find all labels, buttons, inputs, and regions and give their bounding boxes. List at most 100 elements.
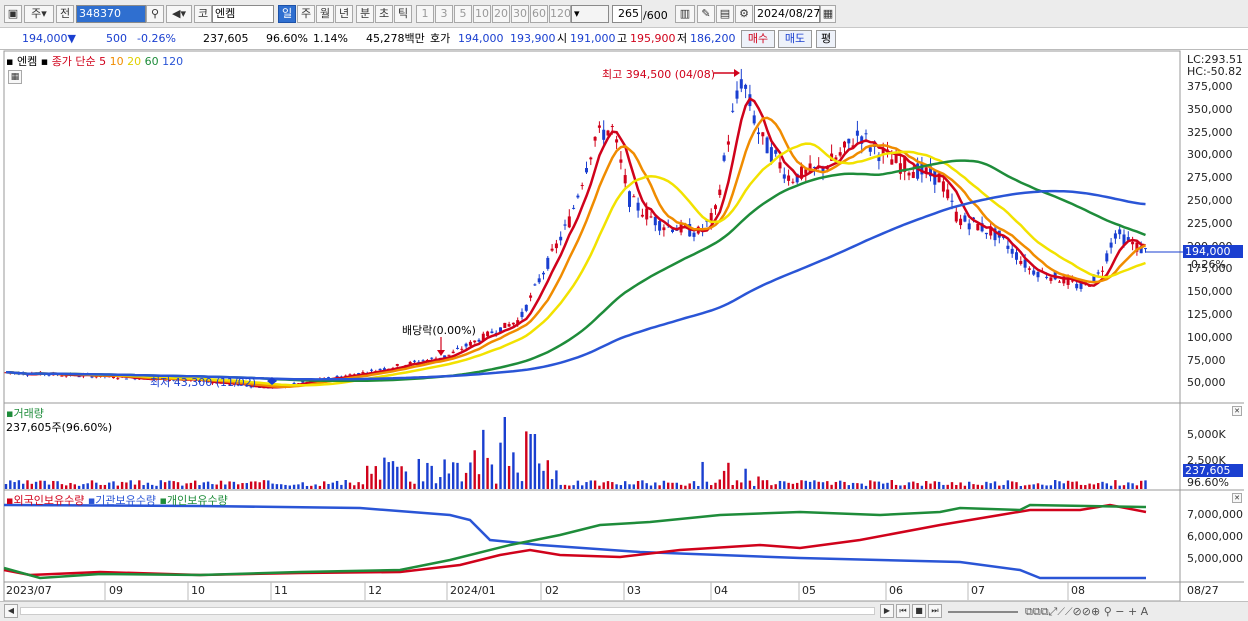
candle-body xyxy=(576,195,580,198)
volume-bar xyxy=(778,480,782,489)
scrollbar-track[interactable] xyxy=(20,607,875,615)
volume-bar xyxy=(796,482,799,489)
volume-bar xyxy=(834,481,838,489)
volume-bar xyxy=(237,484,240,489)
volume-bar xyxy=(701,461,704,489)
volume-bar xyxy=(426,462,429,489)
candle-body xyxy=(722,155,726,161)
candle-body xyxy=(615,139,619,143)
hold-tick-2: 6,000,000 xyxy=(1187,530,1243,543)
volume-bar xyxy=(830,484,833,489)
stock-chart[interactable] xyxy=(0,0,1248,621)
candle-body xyxy=(451,351,455,354)
zoom-slider[interactable] xyxy=(948,611,1018,613)
holding-lines xyxy=(3,503,1147,580)
volume-bar xyxy=(955,484,958,489)
x-label-4: 12 xyxy=(368,584,382,597)
scroll-right-icon[interactable]: ▶ xyxy=(880,604,894,618)
volume-bar xyxy=(589,480,592,489)
stop-icon[interactable]: ■ xyxy=(912,604,926,618)
volume-bar xyxy=(1131,483,1134,489)
volume-bar xyxy=(1097,483,1100,489)
candle-body xyxy=(464,343,468,347)
candle-body xyxy=(529,295,533,298)
volume-bar xyxy=(464,472,468,489)
volume-bar xyxy=(65,485,68,489)
x-label-1: 09 xyxy=(109,584,123,597)
dividend-arrow-head xyxy=(437,350,445,356)
y-tick-0: 375,000 xyxy=(1187,80,1233,93)
volume-bar xyxy=(82,484,85,489)
volume-bar xyxy=(1049,485,1053,489)
candle-body xyxy=(640,214,644,217)
candle-body xyxy=(645,208,649,220)
candle-body xyxy=(739,79,743,89)
volume-bar xyxy=(1041,484,1044,489)
volume-bar xyxy=(1054,480,1057,489)
volume-bar xyxy=(714,482,717,489)
candle-body xyxy=(714,205,717,210)
volume-bar xyxy=(740,482,743,489)
volume-bar xyxy=(129,480,132,489)
volume-bar xyxy=(323,481,326,489)
volume-bar xyxy=(301,482,304,489)
volume-bar xyxy=(585,482,588,489)
volume-bar xyxy=(525,431,528,489)
volume-bar xyxy=(366,465,369,489)
rewind-icon[interactable]: ⏮ xyxy=(896,604,910,618)
volume-bar xyxy=(473,450,476,489)
volume-bar xyxy=(989,483,992,489)
candle-body xyxy=(563,224,567,226)
volume-bar xyxy=(421,481,425,489)
volume-bar xyxy=(765,480,769,489)
volume-bar xyxy=(460,481,463,489)
volume-bar xyxy=(645,483,648,489)
volume-bar xyxy=(181,485,184,489)
volume-bar xyxy=(1062,483,1065,489)
volume-bar xyxy=(331,482,334,489)
volume-bar xyxy=(348,482,352,489)
volume-bar xyxy=(783,481,786,489)
volume-bar xyxy=(262,480,266,489)
volume-bar xyxy=(925,481,928,489)
volume-bar xyxy=(357,482,360,489)
volume-bar xyxy=(946,484,949,489)
holdings-close-icon[interactable]: ✕ xyxy=(1232,493,1242,503)
volume-bar xyxy=(916,483,919,489)
candle-body xyxy=(520,311,524,318)
low-annotation: 최저 43,300 (11/02) xyxy=(150,376,257,389)
volume-bar xyxy=(452,462,455,489)
candle-body xyxy=(602,129,606,140)
candle-body xyxy=(1049,277,1053,281)
drawing-tools-icon[interactable]: ⧉⧉⧉⤢⟋⟋⊘⊘⊕ ⚲ − + A xyxy=(1025,605,1148,619)
table-icon[interactable]: ▦ xyxy=(8,70,22,84)
candle-body xyxy=(1075,283,1079,289)
volume-bar xyxy=(533,434,537,489)
volume-bar xyxy=(748,480,752,489)
candle-body xyxy=(1015,252,1018,260)
candle-body xyxy=(671,229,674,232)
volume-last-rate: 96.60% xyxy=(1187,476,1229,489)
volume-bar xyxy=(1088,483,1091,489)
candle-body xyxy=(632,196,636,198)
volume-close-icon[interactable]: ✕ xyxy=(1232,406,1242,416)
volume-bar xyxy=(692,481,696,489)
ma-line-20 xyxy=(5,142,1146,387)
volume-bar xyxy=(649,485,653,489)
volume-bar xyxy=(477,474,481,489)
volume-bar xyxy=(95,482,98,489)
volume-bar xyxy=(942,484,945,489)
volume-bar xyxy=(99,484,102,489)
volume-bar xyxy=(611,482,614,489)
volume-bar xyxy=(404,471,408,489)
volume-bar xyxy=(284,484,287,489)
volume-bar xyxy=(60,484,64,489)
scroll-left-icon[interactable]: ◀ xyxy=(4,604,18,618)
hc-value: HC:-50.82 xyxy=(1187,65,1243,78)
volume-bar xyxy=(520,481,524,489)
candle-body xyxy=(791,181,795,183)
volume-bar xyxy=(1114,480,1117,489)
candle-body xyxy=(593,136,597,141)
volume-bar xyxy=(864,485,868,489)
forward-icon[interactable]: ⏭ xyxy=(928,604,942,618)
